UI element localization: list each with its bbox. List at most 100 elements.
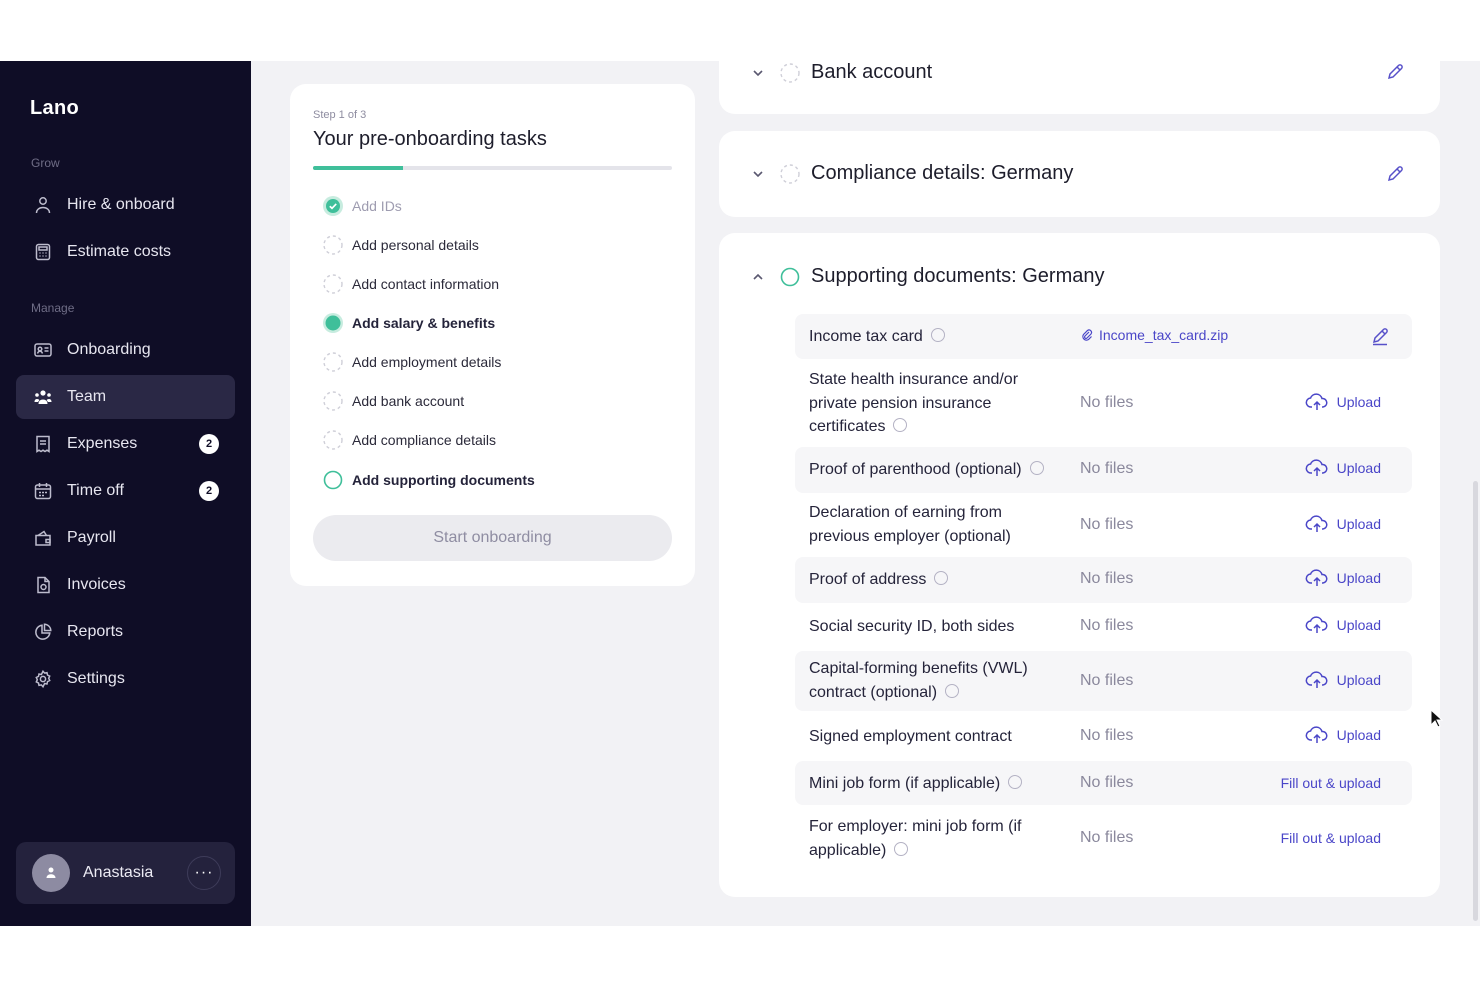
info-icon[interactable] <box>894 841 909 856</box>
upload-button[interactable]: Upload <box>1305 458 1381 478</box>
upload-button[interactable]: Upload <box>1305 514 1381 534</box>
calendar-icon <box>32 480 54 502</box>
supporting-documents-header[interactable]: Supporting documents: Germany <box>749 265 1105 288</box>
cloud-upload-icon <box>1305 515 1328 532</box>
pencil-icon[interactable] <box>1384 163 1406 185</box>
task-item-employment-details[interactable]: Add employment details <box>322 350 501 374</box>
user-name: Anastasia <box>83 864 154 881</box>
info-icon[interactable] <box>893 418 908 432</box>
cloud-upload-icon <box>1305 726 1328 743</box>
uploaded-file-link[interactable]: Income_tax_card.zip <box>1080 327 1228 343</box>
panel-title: Bank account <box>811 61 933 83</box>
upload-button[interactable]: Upload <box>1305 392 1381 412</box>
task-item-compliance-details[interactable]: Add compliance details <box>322 428 496 452</box>
info-icon[interactable] <box>1008 775 1023 789</box>
sidebar-item-label: Onboarding <box>67 341 151 358</box>
sidebar-item-estimate-costs[interactable]: Estimate costs <box>16 230 235 274</box>
no-files-text: No files <box>1080 617 1134 634</box>
sidebar-item-reports[interactable]: Reports <box>16 610 235 654</box>
sidebar-item-onboarding[interactable]: Onboarding <box>16 328 235 372</box>
sidebar-item-label: Payroll <box>67 529 116 546</box>
current-circle-icon <box>322 469 344 491</box>
document-row: Signed employment contract No files Uplo… <box>795 714 1412 758</box>
calculator-icon <box>32 241 54 263</box>
active-circle-icon <box>322 312 344 334</box>
section-label-manage: Manage <box>31 301 75 315</box>
sidebar-item-team[interactable]: Team <box>16 375 235 419</box>
document-row: Social security ID, both sides No files … <box>795 605 1412 649</box>
pencil-icon[interactable] <box>1384 61 1406 83</box>
sidebar-item-invoices[interactable]: Invoices <box>16 563 235 607</box>
document-row: State health insurance and/or private pe… <box>795 361 1412 445</box>
user-profile-card[interactable]: Anastasia ··· <box>16 842 235 904</box>
sidebar-item-payroll[interactable]: Payroll <box>16 516 235 560</box>
onboarding-progress-bar <box>313 166 672 170</box>
fill-out-upload-link[interactable]: Fill out & upload <box>1281 775 1381 791</box>
wallet-icon <box>32 527 54 549</box>
sidebar-item-time-off[interactable]: Time off 2 <box>16 469 235 513</box>
sidebar-item-label: Time off <box>67 482 124 499</box>
no-files-text: No files <box>1080 829 1134 846</box>
pencil-icon[interactable] <box>1369 325 1391 347</box>
upload-button[interactable]: Upload <box>1305 615 1381 635</box>
pending-circle-icon <box>322 273 344 295</box>
info-icon[interactable] <box>934 571 949 585</box>
task-item-salary-benefits[interactable]: Add salary & benefits <box>322 311 495 335</box>
document-row: Capital-forming benefits (VWL) contract … <box>795 651 1412 711</box>
pending-circle-icon <box>322 351 344 373</box>
document-row: Declaration of earning from previous emp… <box>795 495 1412 555</box>
sidebar-item-hire-onboard[interactable]: Hire & onboard <box>16 183 235 227</box>
info-icon[interactable] <box>945 683 960 698</box>
pre-onboarding-task-card: Step 1 of 3 Your pre-onboarding tasks Ad… <box>290 84 695 586</box>
current-circle-icon <box>780 267 800 286</box>
info-icon[interactable] <box>1029 461 1044 475</box>
section-label-grow: Grow <box>31 156 60 170</box>
document-label: Mini job form (if applicable) <box>809 772 1023 796</box>
bank-account-panel: Bank account <box>719 61 1440 114</box>
sidebar-item-label: Expenses <box>67 435 138 452</box>
start-onboarding-button[interactable]: Start onboarding <box>313 515 672 561</box>
task-label: Add employment details <box>352 354 502 370</box>
chevron-up-icon[interactable] <box>749 268 767 286</box>
task-item-add-ids[interactable]: Add IDs <box>322 194 402 218</box>
panel-title: Compliance details: Germany <box>811 162 1074 184</box>
compliance-details-header[interactable]: Compliance details: Germany <box>749 162 1073 185</box>
task-item-personal-details[interactable]: Add personal details <box>322 233 479 257</box>
pie-chart-icon <box>32 621 54 643</box>
pending-circle-icon <box>322 429 344 451</box>
page-scrollbar[interactable] <box>1473 481 1478 921</box>
task-label: Add salary & benefits <box>352 315 496 331</box>
document-label: Capital-forming benefits (VWL) contract … <box>809 660 1028 701</box>
cloud-upload-icon <box>1305 569 1328 586</box>
document-label: Social security ID, both sides <box>809 618 1015 635</box>
pending-circle-icon <box>322 234 344 256</box>
sidebar-item-settings[interactable]: Settings <box>16 657 235 701</box>
document-row: Proof of address No files Upload <box>795 557 1412 603</box>
sidebar-item-label: Hire & onboard <box>67 196 175 213</box>
document-row: Proof of parenthood (optional) No files … <box>795 447 1412 493</box>
lano-logo[interactable]: Lano <box>30 97 79 120</box>
sidebar-item-expenses[interactable]: Expenses 2 <box>16 422 235 466</box>
pending-circle-icon <box>780 163 800 184</box>
upload-button[interactable]: Upload <box>1305 568 1381 588</box>
task-item-supporting-documents[interactable]: Add supporting documents <box>322 468 535 492</box>
gear-icon <box>32 668 54 690</box>
fill-out-upload-link[interactable]: Fill out & upload <box>1281 830 1381 846</box>
sidebar-item-label: Invoices <box>67 576 126 593</box>
bank-account-header[interactable]: Bank account <box>749 61 932 84</box>
avatar <box>32 854 70 892</box>
document-row: Income tax card Income_tax_card.zip <box>795 314 1412 359</box>
cloud-upload-icon <box>1305 393 1328 410</box>
cloud-upload-icon <box>1305 671 1328 688</box>
chevron-down-icon[interactable] <box>749 64 767 82</box>
no-files-text: No files <box>1080 460 1134 477</box>
cloud-upload-icon <box>1305 616 1328 633</box>
more-options-button[interactable]: ··· <box>187 856 221 890</box>
task-item-bank-account[interactable]: Add bank account <box>322 389 464 413</box>
receipt-icon <box>32 433 54 455</box>
upload-button[interactable]: Upload <box>1305 725 1381 745</box>
info-icon[interactable] <box>930 328 945 342</box>
upload-button[interactable]: Upload <box>1305 670 1381 690</box>
task-item-contact-information[interactable]: Add contact information <box>322 272 499 296</box>
chevron-down-icon[interactable] <box>749 165 767 183</box>
